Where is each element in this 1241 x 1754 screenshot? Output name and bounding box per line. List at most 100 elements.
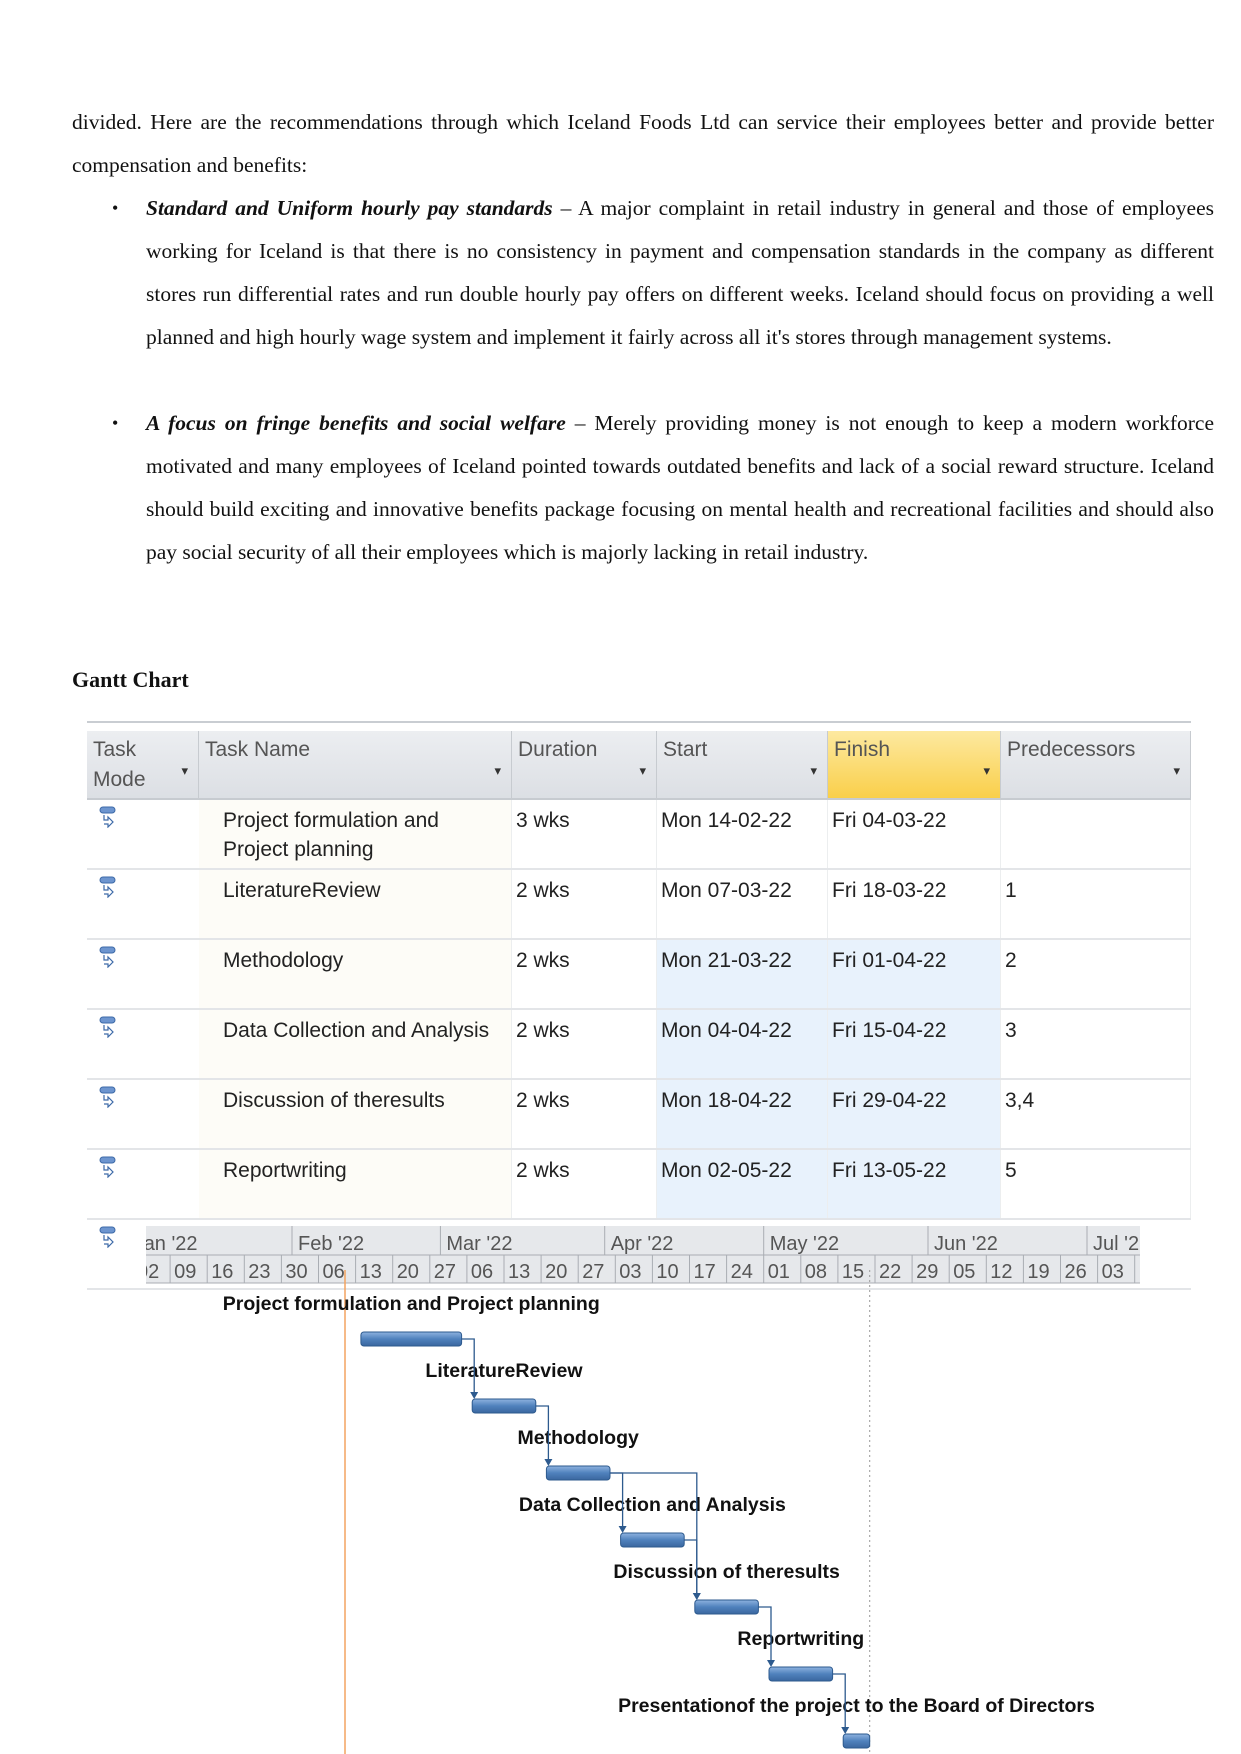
task-bar-label: Presentationof the project to the Board … <box>618 1695 1095 1717</box>
cell-duration[interactable]: 3 wks <box>512 800 657 868</box>
dependency-arrow-icon <box>470 1392 479 1399</box>
week-label: 02 <box>137 1261 159 1283</box>
dependency-arrow-icon <box>767 1660 775 1667</box>
cell-pred[interactable]: 3 <box>1001 1010 1191 1078</box>
week-label: 03 <box>619 1261 641 1283</box>
cell-pred[interactable]: 3,4 <box>1001 1080 1191 1148</box>
column-header-label: Predecessors <box>1007 738 1136 761</box>
bullet-title: Standard and Uniform hourly pay standard… <box>146 196 553 220</box>
cell-finish[interactable]: Fri 15-04-22 <box>828 1010 1001 1078</box>
cell-finish[interactable]: Fri 01-04-22 <box>828 940 1001 1008</box>
chevron-down-icon[interactable]: ▾ <box>1173 756 1180 786</box>
cell-finish[interactable]: Fri 13-05-22 <box>828 1150 1001 1218</box>
cell-pred[interactable]: 5 <box>1001 1150 1191 1218</box>
week-label: 12 <box>990 1261 1012 1283</box>
chevron-down-icon[interactable]: ▾ <box>181 756 188 786</box>
month-label: Apr '22 <box>611 1233 674 1255</box>
dependency-arrow-icon <box>544 1459 553 1466</box>
week-label: 06 <box>471 1261 493 1283</box>
cell-duration[interactable]: 2 wks <box>512 1150 657 1218</box>
week-label: 26 <box>1065 1261 1087 1283</box>
cell-start[interactable]: Mon 04-04-22 <box>657 1010 828 1078</box>
column-header-predecessors[interactable]: Predecessors ▾ <box>1001 731 1191 800</box>
task-bar-label: Reportwriting <box>737 1628 864 1650</box>
cell-name[interactable]: LiteratureReview <box>199 870 512 938</box>
cell-start[interactable]: Mon 07-03-22 <box>657 870 828 938</box>
task-bar-label: LiteratureReview <box>425 1360 583 1382</box>
column-header-finish[interactable]: Finish ▾ <box>828 731 1001 800</box>
cell-duration[interactable]: 2 wks <box>512 1080 657 1148</box>
month-label: Feb '22 <box>298 1233 364 1255</box>
table-row[interactable]: Methodology 2 wks Mon 21-03-22 Fri 01-04-22… <box>87 940 1191 1010</box>
column-header-duration[interactable]: Duration ▾ <box>512 731 657 800</box>
month-label: May '22 <box>770 1233 839 1255</box>
cell-duration[interactable]: 2 wks <box>512 1010 657 1078</box>
week-label: 06 <box>323 1261 345 1283</box>
cell-name[interactable]: Methodology <box>199 940 512 1008</box>
table-row[interactable]: LiteratureReview 2 wks Mon 07-03-22 Fri 18-… <box>87 870 1191 940</box>
cell-finish[interactable]: Fri 29-04-22 <box>828 1080 1001 1148</box>
week-label: 03 <box>1102 1261 1124 1283</box>
cell-name[interactable]: Data Collection and Analysis <box>199 1010 512 1078</box>
month-label: Jun '22 <box>934 1233 998 1255</box>
week-label: 10 <box>1139 1261 1161 1283</box>
dependency-arrow-icon <box>692 1593 701 1600</box>
cell-pred[interactable]: 1 <box>1001 870 1191 938</box>
auto-scheduled-task-icon <box>99 876 119 904</box>
task-bar <box>768 1666 834 1682</box>
cell-start[interactable]: Mon 14-02-22 <box>657 800 828 868</box>
month-label: Mar '22 <box>446 1233 512 1255</box>
cell-start[interactable]: Mon 02-05-22 <box>657 1150 828 1218</box>
cell-start[interactable]: Mon 21-03-22 <box>657 940 828 1008</box>
column-header-task-mode[interactable]: Task Mode ▾ <box>87 731 199 800</box>
table-row[interactable]: Discussion of theresults 2 wks Mon 18-04-2… <box>87 1080 1191 1150</box>
week-label: 27 <box>434 1261 456 1283</box>
bullet-item: • Standard and Uniform hourly pay standar… <box>112 187 1214 359</box>
week-label: 20 <box>545 1261 567 1283</box>
bullet-item: • A focus on fringe benefits and social w… <box>112 402 1214 574</box>
column-header-task-name[interactable]: Task Name ▾ <box>199 731 512 800</box>
cell-duration[interactable]: 2 wks <box>512 940 657 1008</box>
section-heading: Gantt Chart <box>72 667 189 692</box>
column-header-start[interactable]: Start ▾ <box>657 731 828 800</box>
month-label: Jul '22 <box>1093 1233 1150 1255</box>
cell-duration[interactable]: 2 wks <box>512 870 657 938</box>
table-row[interactable]: Reportwriting 2 wks Mon 02-05-22 Fri 13-05-… <box>87 1150 1191 1220</box>
cell-start[interactable]: Mon 18-04-22 <box>657 1080 828 1148</box>
auto-scheduled-task-icon <box>99 946 119 974</box>
week-label: 20 <box>397 1261 419 1283</box>
chevron-down-icon[interactable]: ▾ <box>983 756 990 786</box>
week-label: 16 <box>211 1261 233 1283</box>
cell-finish[interactable]: Fri 18-03-22 <box>828 870 1001 938</box>
table-row[interactable]: Project formulation and Project planning… <box>87 800 1191 870</box>
column-header-label: Start <box>663 738 708 761</box>
cell-name[interactable]: Discussion of theresults <box>199 1080 512 1148</box>
cell-pred[interactable]: 2 <box>1001 940 1191 1008</box>
chevron-down-icon[interactable]: ▾ <box>639 756 646 786</box>
chevron-down-icon[interactable]: ▾ <box>810 756 817 786</box>
week-label: 15 <box>842 1261 864 1283</box>
dependency-arrow-icon <box>618 1526 627 1533</box>
task-bar <box>694 1599 759 1615</box>
auto-scheduled-task-icon <box>99 806 119 834</box>
week-label: 19 <box>1027 1261 1049 1283</box>
week-label: 10 <box>656 1261 678 1283</box>
cell-pred[interactable] <box>1001 800 1191 868</box>
cell-finish[interactable]: Fri 04-03-22 <box>828 800 1001 868</box>
auto-scheduled-task-icon <box>99 1156 119 1184</box>
task-bar <box>471 1398 537 1414</box>
week-label: 13 <box>360 1261 382 1283</box>
cell-name[interactable]: Reportwriting <box>199 1150 512 1218</box>
auto-scheduled-task-icon <box>99 1016 119 1044</box>
timescale: Jan '22 Feb '22 Mar '22 Apr '22 May '22 Jun '… <box>137 1226 1161 1284</box>
dependency-arrow-icon <box>841 1727 850 1734</box>
chevron-down-icon[interactable]: ▾ <box>494 756 501 786</box>
bullet-icon: • <box>112 413 119 433</box>
task-bar <box>842 1733 871 1749</box>
week-label: 29 <box>916 1261 938 1283</box>
week-label: 17 <box>694 1261 716 1283</box>
intro-paragraph: divided. Here are the recommendations th… <box>72 110 1214 177</box>
week-label: 30 <box>285 1261 307 1283</box>
table-row[interactable]: Data Collection and Analysis 2 wks Mon 04-… <box>87 1010 1191 1080</box>
cell-name[interactable]: Project formulation and Project planning <box>199 800 512 868</box>
